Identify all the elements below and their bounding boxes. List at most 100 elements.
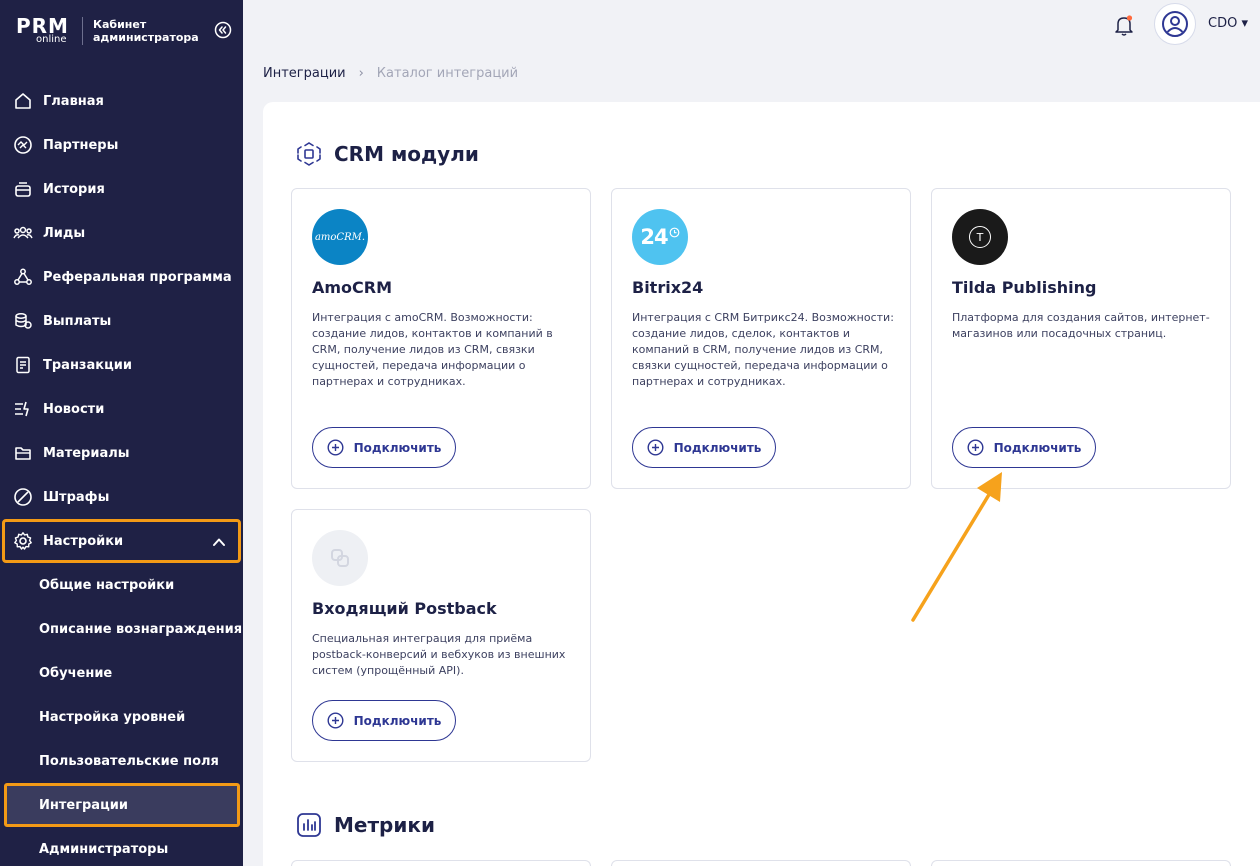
card-title: Tilda Publishing [952, 278, 1097, 297]
annotation-arrow [911, 472, 1002, 622]
card-description: Интеграция с CRM Битрикс24. Возможности:… [632, 311, 894, 388]
coins-icon [12, 310, 34, 332]
sidebar-item-label: История [43, 181, 105, 197]
breadcrumb-separator: › [358, 66, 364, 81]
sidebar-item-label: Настройки [43, 533, 124, 549]
fines-icon [12, 486, 34, 508]
card-description: Интеграция с amoCRM. Возможности: создан… [312, 311, 553, 388]
integration-card-bitrix24: 24 Bitrix24 Интеграция с CRM Битрикс24. … [611, 188, 911, 489]
bell-icon[interactable] [1113, 13, 1135, 37]
partners-icon [12, 134, 34, 156]
sidebar: PRM online Кабинет администратора Главна… [0, 0, 243, 866]
amocrm-logo: amoCRM. [312, 209, 368, 265]
connect-tilda-button[interactable]: Подключить [952, 427, 1096, 468]
sidebar-subitem-custom-fields[interactable]: Пользовательские поля [0, 739, 243, 783]
brand-title-line1: Кабинет [92, 17, 147, 31]
history-icon [12, 178, 34, 200]
sidebar-item-partners[interactable]: Партнеры [0, 123, 243, 167]
plus-circle-icon [327, 439, 344, 456]
sidebar-item-label: Выплаты [43, 313, 112, 329]
leads-icon [12, 222, 34, 244]
sidebar-subitem-label: Общие настройки [39, 577, 175, 593]
breadcrumb-current: Каталог интеграций [376, 66, 519, 81]
brand[interactable]: PRM online Кабинет администратора [16, 16, 199, 45]
sidebar-subitem-label: Обучение [39, 665, 113, 681]
metrics-icon [296, 812, 322, 838]
connect-button-label: Подключить [673, 440, 762, 455]
sidebar-subitem-label: Администраторы [39, 841, 169, 857]
sidebar-item-referral[interactable]: Реферальная программа [0, 255, 243, 299]
bitrix24-logo-text: 24 [640, 225, 668, 249]
connect-button-label: Подключить [353, 440, 442, 455]
brand-logo-top: PRM [16, 14, 69, 38]
referral-icon [12, 266, 34, 288]
metrics-card-partial [291, 860, 591, 866]
sidebar-item-fines[interactable]: Штрафы [0, 475, 243, 519]
sidebar-subitem-label: Описание вознаграждения [39, 621, 243, 637]
plus-circle-icon [327, 712, 344, 729]
sidebar-item-label: Реферальная программа [43, 269, 232, 285]
section-metrics: Метрики [296, 812, 435, 838]
plus-circle-icon [647, 439, 664, 456]
section-title-metrics: Метрики [334, 813, 435, 837]
breadcrumb: Интеграции › Каталог интеграций [263, 66, 518, 81]
brand-logo-bottom: online [36, 34, 67, 45]
section-title-crm: CRM модули [334, 142, 479, 166]
sidebar-nav: Главная Партнеры История Лиды Реферальна… [0, 79, 243, 866]
sidebar-subitem-label: Интеграции [39, 797, 128, 813]
sidebar-item-news[interactable]: Новости [0, 387, 243, 431]
receipt-icon [12, 354, 34, 376]
sidebar-subitem-integrations[interactable]: Интеграции [4, 783, 240, 827]
sidebar-subitem-general-settings[interactable]: Общие настройки [0, 563, 243, 607]
bitrix24-logo: 24 [632, 209, 688, 265]
metrics-card-partial [611, 860, 911, 866]
brand-separator [81, 16, 83, 45]
sidebar-item-payouts[interactable]: Выплаты [0, 299, 243, 343]
breadcrumb-integrations[interactable]: Интеграции [263, 66, 346, 81]
user-menu[interactable]: CDO ▾ [1208, 16, 1248, 31]
sidebar-subitem-label: Пользовательские поля [39, 753, 219, 769]
sidebar-item-leads[interactable]: Лиды [0, 211, 243, 255]
plus-circle-icon [967, 439, 984, 456]
sidebar-item-history[interactable]: История [0, 167, 243, 211]
card-title: Входящий Postback [312, 599, 497, 618]
clock-icon [669, 227, 680, 238]
sidebar-subitem-administrators[interactable]: Администраторы [0, 827, 243, 866]
sidebar-item-label: Главная [43, 93, 104, 109]
sidebar-subitem-label: Настройка уровней [39, 709, 186, 725]
sidebar-item-home[interactable]: Главная [0, 79, 243, 123]
sidebar-item-label: Новости [43, 401, 105, 417]
tilda-logo-text: T [976, 230, 984, 244]
connect-postback-button[interactable]: Подключить [312, 700, 456, 741]
brand-title-line2: администратора [92, 30, 199, 44]
tilda-logo-mark: T [969, 226, 991, 248]
connect-button-label: Подключить [353, 713, 442, 728]
connect-button-label: Подключить [993, 440, 1082, 455]
sidebar-item-transactions[interactable]: Транзакции [0, 343, 243, 387]
materials-icon [12, 442, 34, 464]
avatar[interactable] [1154, 3, 1196, 45]
crm-modules-icon [296, 141, 322, 167]
sidebar-item-label: Транзакции [43, 357, 132, 373]
sidebar-item-label: Лиды [43, 225, 86, 241]
collapse-sidebar-icon[interactable] [214, 21, 232, 39]
sidebar-subitem-reward-description[interactable]: Описание вознаграждения [0, 607, 243, 651]
card-title: Bitrix24 [632, 278, 704, 297]
news-icon [12, 398, 34, 420]
card-title: AmoCRM [312, 278, 393, 297]
sidebar-subitem-levels[interactable]: Настройка уровней [0, 695, 243, 739]
integration-card-amocrm: amoCRM. AmoCRM Интеграция с amoCRM. Возм… [291, 188, 591, 489]
brand-title: Кабинет администратора [93, 18, 199, 44]
chevron-up-icon [212, 535, 226, 549]
brand-logo: PRM online [16, 16, 69, 45]
sidebar-item-label: Материалы [43, 445, 130, 461]
metrics-card-partial [931, 860, 1231, 866]
sidebar-item-settings[interactable]: Настройки [2, 519, 241, 563]
amocrm-logo-text: amoCRM. [314, 231, 366, 243]
connect-bitrix24-button[interactable]: Подключить [632, 427, 776, 468]
sidebar-item-materials[interactable]: Материалы [0, 431, 243, 475]
sidebar-subitem-training[interactable]: Обучение [0, 651, 243, 695]
postback-icon [331, 549, 349, 567]
sidebar-item-label: Штрафы [43, 489, 110, 505]
connect-amocrm-button[interactable]: Подключить [312, 427, 456, 468]
